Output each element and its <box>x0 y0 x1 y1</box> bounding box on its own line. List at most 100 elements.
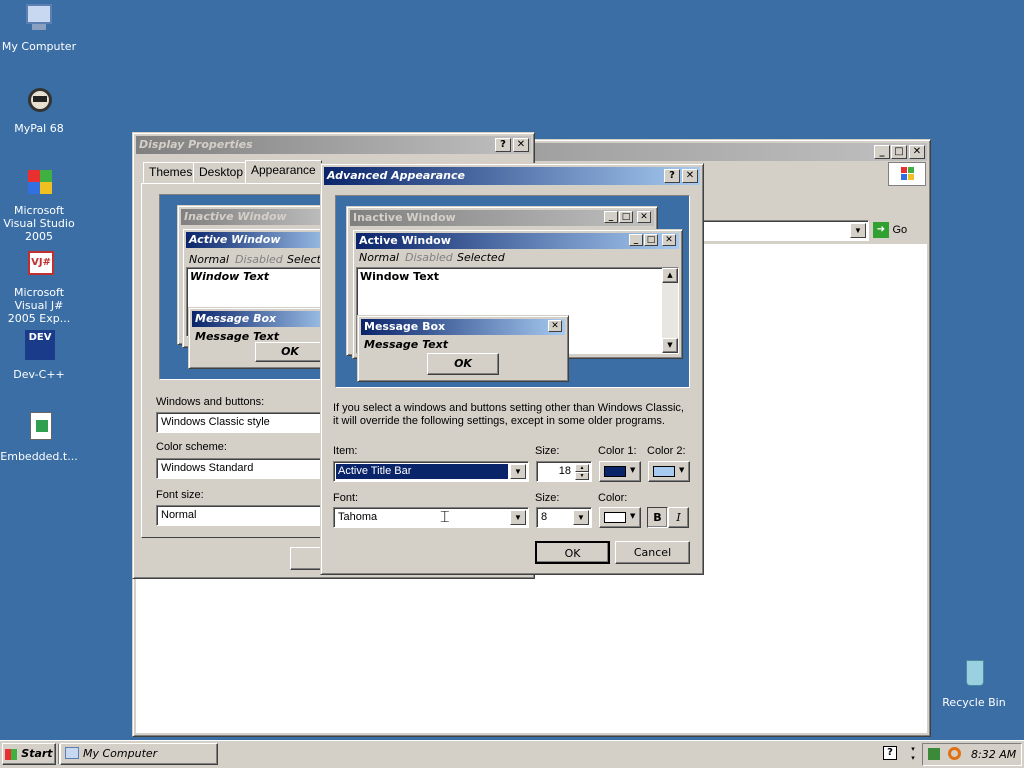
minimize-icon[interactable]: _ <box>874 145 890 159</box>
advanced-appearance-dialog[interactable]: Advanced Appearance ? ✕ Inactive Window … <box>320 163 704 575</box>
size-value: 18 <box>558 465 571 477</box>
windows-buttons-select[interactable]: Windows Classic style <box>156 412 322 433</box>
desktop-icon-label: Embedded.t... <box>0 450 78 463</box>
font-color-button[interactable]: ▼ <box>599 507 641 528</box>
display-properties-title-bar[interactable]: Display Properties ? ✕ <box>136 136 531 154</box>
text-cursor-icon: ⌶ <box>440 507 450 526</box>
chevron-down-icon[interactable]: ▼ <box>850 223 866 238</box>
advanced-title-bar[interactable]: Advanced Appearance ? ✕ <box>324 167 700 185</box>
close-icon[interactable]: ✕ <box>909 145 925 159</box>
font-size-select[interactable]: Normal <box>156 505 322 526</box>
color-scheme-select[interactable]: Windows Standard <box>156 458 322 479</box>
taskbar: Start My Computer ? ▾ ▾ 8:32 AM <box>0 740 1024 768</box>
scroll-up-icon: ▲ <box>662 268 678 283</box>
devcpp-icon: DEV <box>22 330 56 364</box>
preview-menu-normal: Normal <box>189 253 229 266</box>
color2-swatch <box>653 466 675 477</box>
close-icon: ✕ <box>548 320 562 332</box>
chevron-down-icon: ▼ <box>679 466 685 474</box>
size-spinner[interactable]: 18 ▲ ▼ <box>536 461 592 482</box>
minimize-icon: _ <box>629 234 643 246</box>
font-color-swatch <box>604 512 626 523</box>
italic-button[interactable]: I <box>668 507 689 528</box>
desktop-icon-label: MyPal 68 <box>14 122 64 135</box>
windows-flag-icon <box>5 748 18 760</box>
color-scheme-label: Color scheme: <box>156 441 227 453</box>
go-button[interactable]: ➜ Go <box>873 220 921 241</box>
font-label: Font: <box>333 492 359 504</box>
font-size-select[interactable]: 8 ▼ <box>536 507 592 528</box>
windows-logo-icon <box>888 162 926 186</box>
item-select-value: Active Title Bar <box>336 464 508 479</box>
item-select[interactable]: Active Title Bar ▼ <box>333 461 529 482</box>
help-icon[interactable]: ? <box>495 138 511 152</box>
preview-message-box: Message Box Message Text OK <box>188 307 338 369</box>
font-select[interactable]: Tahoma ▼ <box>333 507 529 528</box>
windows-buttons-label: Windows and buttons: <box>156 396 265 408</box>
desktop-icon-recycle-bin[interactable]: Recycle Bin <box>935 658 1013 709</box>
preview-message-box-title: Message Box <box>192 311 334 327</box>
spin-down-icon[interactable]: ▼ <box>575 472 589 480</box>
clock[interactable]: 8:32 AM <box>971 748 1016 761</box>
tab-appearance[interactable]: Appearance <box>245 160 322 184</box>
chevron-down-icon[interactable]: ▼ <box>573 510 589 525</box>
adv-preview-message-box-title-text: Message Box <box>364 320 446 333</box>
preview-ok-button: OK <box>255 342 325 362</box>
search-icon[interactable] <box>948 747 961 760</box>
desktop-icon-mypal[interactable]: MyPal 68 <box>0 84 78 135</box>
adv-preview-menu-disabled: Disabled <box>405 251 453 264</box>
network-icon[interactable] <box>928 748 940 760</box>
close-icon[interactable]: ✕ <box>513 138 529 152</box>
close-icon: ✕ <box>637 211 651 223</box>
embedded-file-icon <box>22 412 56 446</box>
color1-button[interactable]: ▼ <box>599 461 641 482</box>
mypal-icon <box>22 84 56 118</box>
appearance-preview: Inactive Window Active Window Normal Dis… <box>159 194 342 380</box>
toolbar-chevron-icon[interactable]: ▾ ▾ <box>908 745 918 763</box>
color2-button[interactable]: ▼ <box>648 461 690 482</box>
my-computer-icon <box>65 747 79 759</box>
desktop-icon-visual-studio[interactable]: Microsoft Visual Studio 2005 <box>0 166 78 243</box>
tab-themes[interactable]: Themes <box>143 162 199 183</box>
chevron-down-icon: ▼ <box>630 466 636 474</box>
maximize-icon: □ <box>644 234 658 246</box>
help-icon[interactable]: ? <box>664 169 680 183</box>
recycle-bin-icon <box>957 658 991 692</box>
go-label: Go <box>892 224 908 236</box>
adv-preview-menu-normal: Normal <box>359 251 399 264</box>
help-icon[interactable]: ? <box>883 746 897 760</box>
maximize-icon: □ <box>619 211 633 223</box>
desktop-icon-my-computer[interactable]: My Computer <box>0 2 78 53</box>
adv-preview-message-box: Message Box ✕ Message Text OK <box>357 315 569 382</box>
close-icon[interactable]: ✕ <box>682 169 698 183</box>
chevron-down-icon[interactable]: ▼ <box>510 510 526 525</box>
chevron-down-icon[interactable]: ▼ <box>510 464 526 479</box>
maximize-icon[interactable]: □ <box>891 145 907 159</box>
preview-inactive-title: Inactive Window <box>181 209 333 225</box>
desktop-icon-embedded[interactable]: Embedded.t... <box>0 412 78 463</box>
taskbar-item-my-computer[interactable]: My Computer <box>60 743 218 765</box>
taskbar-item-label: My Computer <box>83 747 158 760</box>
preview-window-text: Window Text <box>190 270 270 283</box>
font-color-label: Color: <box>598 492 628 504</box>
bold-button[interactable]: B <box>647 507 668 528</box>
start-button[interactable]: Start <box>2 743 56 765</box>
desktop-icon-label: Recycle Bin <box>942 696 1006 709</box>
tab-desktop[interactable]: Desktop <box>193 162 250 183</box>
chevron-down-icon: ▼ <box>630 512 636 520</box>
spin-up-icon[interactable]: ▲ <box>575 464 589 472</box>
advanced-info-line-2: it will override the following settings,… <box>333 415 665 427</box>
desktop-icon-label: Dev-C++ <box>13 368 65 381</box>
desktop-icon-devcpp[interactable]: DEV Dev-C++ <box>0 330 78 381</box>
window-title: Display Properties <box>139 138 253 151</box>
desktop-icon-label: Microsoft Visual J# 2005 Exp... <box>7 286 71 325</box>
desktop-icon-visual-jsharp[interactable]: VJ# Microsoft Visual J# 2005 Exp... <box>0 248 78 325</box>
item-label: Item: <box>333 445 358 457</box>
system-tray: 8:32 AM <box>922 743 1022 766</box>
advanced-cancel-button[interactable]: Cancel <box>615 541 690 564</box>
adv-preview-message-box-title: Message Box ✕ <box>361 319 565 335</box>
display-ok-button[interactable] <box>290 547 324 570</box>
advanced-ok-button[interactable]: OK <box>535 541 610 564</box>
window-title: Advanced Appearance <box>327 169 465 182</box>
adv-preview-message-text: Message Text <box>364 338 448 351</box>
